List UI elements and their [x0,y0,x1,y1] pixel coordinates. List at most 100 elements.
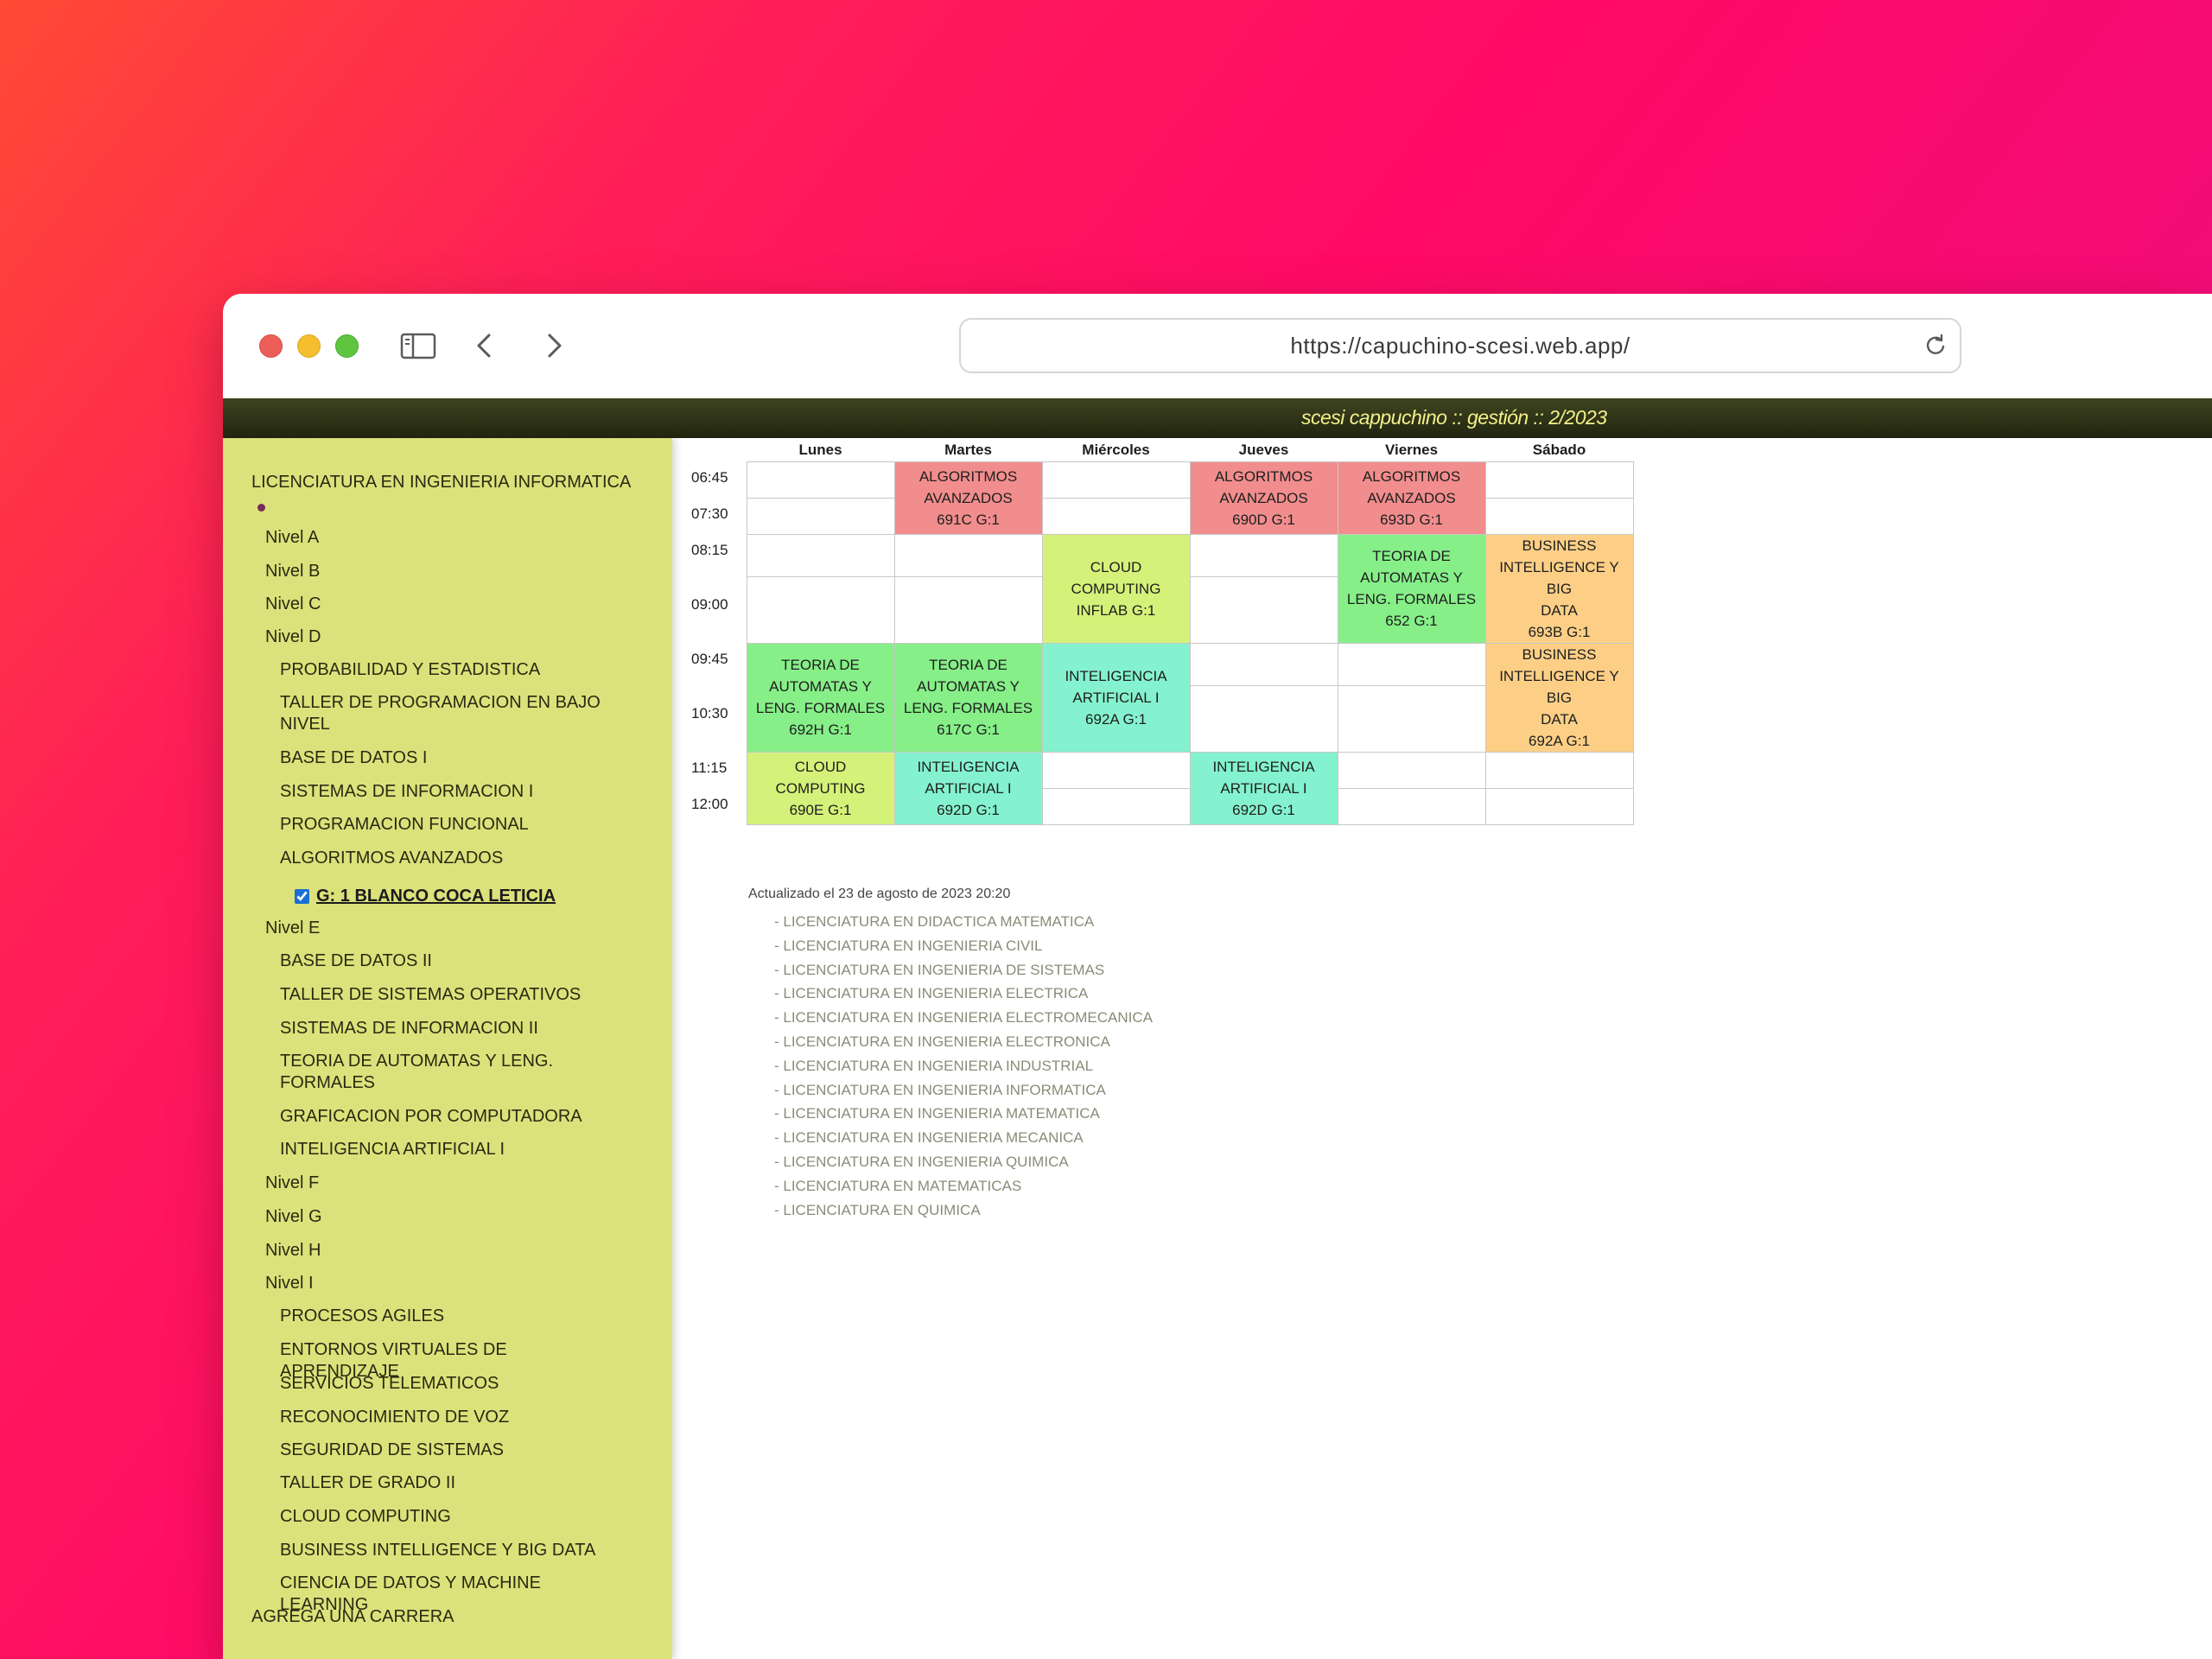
schedule-class-cell[interactable]: ALGORITMOS AVANZADOS 693D G:1 [1337,461,1486,535]
schedule-cell-empty [1041,787,1191,825]
subject-item[interactable]: BASE DE DATOS I [280,747,626,769]
subject-item[interactable]: PROCESOS AGILES [280,1306,626,1327]
career-link[interactable]: - LICENCIATURA EN INGENIERIA MATEMATICA [774,1102,1153,1126]
browser-window: https://capuchino-scesi.web.app/ scesi c… [223,294,2212,1659]
class-line: INTELLIGENCE Y BIG [1499,558,1619,597]
subject-item[interactable]: ALGORITMOS AVANZADOS [280,848,626,869]
subject-item[interactable]: PROBABILIDAD Y ESTADISTICA [280,659,626,681]
address-bar[interactable]: https://capuchino-scesi.web.app/ [959,318,1961,373]
subject-item[interactable]: SISTEMAS DE INFORMACION I [280,781,626,803]
subject-item[interactable]: TALLER DE PROGRAMACION EN BAJO NIVEL [280,692,626,735]
sidebar-level-a[interactable]: Nivel A [265,527,319,549]
schedule-class-cell[interactable]: BUSINESS INTELLIGENCE Y BIG DATA 693B G:1 [1484,533,1634,644]
forward-arrow-icon[interactable] [534,328,572,363]
schedule-class-cell[interactable]: CLOUD COMPUTING INFLAB G:1 [1041,533,1191,644]
day-header: Lunes [747,439,894,461]
schedule-class-cell[interactable]: ALGORITMOS AVANZADOS 690D G:1 [1189,461,1338,535]
sidebar-level-h[interactable]: Nivel H [265,1240,321,1262]
time-column-header [683,439,747,461]
subject-item[interactable]: INTELIGENCIA ARTIFICIAL I [280,1139,626,1160]
class-line: INFLAB G:1 [1076,601,1156,619]
schedule-cell-empty [746,497,895,535]
url-text: https://capuchino-scesi.web.app/ [1290,333,1630,359]
subject-item[interactable]: BUSINESS INTELLIGENCE Y BIG DATA [280,1540,626,1561]
class-line: TEORIA DE [929,657,1007,673]
sidebar-level-d[interactable]: Nivel D [265,626,321,648]
class-line: INTELIGENCIA [1065,667,1167,684]
career-link[interactable]: - LICENCIATURA EN INGENIERIA MECANICA [774,1126,1153,1150]
career-link[interactable]: - LICENCIATURA EN INGENIERIA INFORMATICA [774,1078,1153,1103]
sidebar-level-b[interactable]: Nivel B [265,561,320,582]
career-link[interactable]: - LICENCIATURA EN INGENIERIA ELECTRONICA [774,1030,1153,1054]
minimize-window-button[interactable] [297,334,321,358]
career-title[interactable]: LICENCIATURA EN INGENIERIA INFORMATICA [251,472,631,493]
subject-item[interactable]: SEGURIDAD DE SISTEMAS [280,1440,626,1461]
class-line: 617C G:1 [937,721,1000,738]
sidebar-level-f[interactable]: Nivel F [265,1173,319,1194]
schedule-cell-empty [1337,751,1486,789]
sidebar-level-c[interactable]: Nivel C [265,594,321,615]
schedule-class-cell[interactable]: TEORIA DE AUTOMATAS Y LENG. FORMALES 652 G:… [1337,533,1486,644]
maximize-window-button[interactable] [335,334,359,358]
sidebar-level-g[interactable]: Nivel G [265,1206,322,1228]
close-window-button[interactable] [259,334,283,358]
reload-icon[interactable] [1923,334,1948,358]
schedule-class-cell[interactable]: TEORIA DE AUTOMATAS Y LENG. FORMALES 617C G… [893,642,1043,753]
day-header: Martes [894,439,1042,461]
schedule-class-cell[interactable]: INTELIGENCIA ARTIFICIAL I 692A G:1 [1041,642,1191,753]
group-checkbox[interactable] [295,889,309,905]
sidebar-level-e[interactable]: Nivel E [265,918,320,939]
subject-item[interactable]: PROGRAMACION FUNCIONAL [280,814,626,836]
class-line: 692H G:1 [789,721,852,738]
class-line: 692D G:1 [937,801,1000,818]
career-link[interactable]: - LICENCIATURA EN INGENIERIA INDUSTRIAL [774,1054,1153,1078]
subject-item[interactable]: RECONOCIMIENTO DE VOZ [280,1407,626,1428]
career-link[interactable]: - LICENCIATURA EN INGENIERIA CIVIL [774,934,1153,958]
career-link[interactable]: - LICENCIATURA EN QUIMICA [774,1198,1153,1223]
add-career-link[interactable]: AGREGA UNA CARRERA [251,1606,454,1628]
subject-item[interactable]: TALLER DE SISTEMAS OPERATIVOS [280,984,626,1006]
back-arrow-icon[interactable] [467,328,505,363]
time-label: 11:15 [691,760,728,776]
class-line: ARTIFICIAL I [1220,779,1307,797]
schedule-class-cell[interactable]: INTELIGENCIA ARTIFICIAL I 692D G:1 [893,751,1043,825]
career-link[interactable]: - LICENCIATURA EN MATEMATICAS [774,1174,1153,1198]
subject-item[interactable]: SERVICIOS TELEMATICOS [280,1373,626,1395]
subject-item[interactable]: BASE DE DATOS II [280,950,626,972]
schedule-cell-empty [893,575,1043,644]
career-link[interactable]: - LICENCIATURA EN INGENIERIA DE SISTEMAS [774,958,1153,982]
schedule-cell-empty [1484,787,1634,825]
schedule-cell-empty [1189,642,1338,686]
schedule-cell-empty [746,461,895,499]
subject-item[interactable]: TEORIA DE AUTOMATAS Y LENG. FORMALES [280,1051,565,1094]
career-link[interactable]: - LICENCIATURA EN DIDACTICA MATEMATICA [774,910,1153,934]
career-link[interactable]: - LICENCIATURA EN INGENIERIA ELECTROMECA… [774,1006,1153,1030]
sidebar-level-i[interactable]: Nivel I [265,1273,314,1294]
subject-item[interactable]: CLOUD COMPUTING [280,1506,626,1528]
schedule-class-cell[interactable]: INTELIGENCIA ARTIFICIAL I 692D G:1 [1189,751,1338,825]
group-label[interactable]: G: 1 BLANCO COCA LETICIA [316,887,556,906]
career-link[interactable]: - LICENCIATURA EN INGENIERIA QUIMICA [774,1150,1153,1174]
subject-item[interactable]: SISTEMAS DE INFORMACION II [280,1018,626,1039]
class-line: ARTIFICIAL I [1072,689,1160,706]
class-line: BUSINESS [1522,645,1597,663]
schedule-cell-empty [1041,497,1191,535]
schedule-class-cell[interactable]: BUSINESS INTELLIGENCE Y BIG DATA 692A G:1 [1484,642,1634,753]
class-line: 693B G:1 [1528,623,1591,640]
class-line: INTELIGENCIA [1212,758,1315,775]
sidebar-toggle-icon[interactable] [399,328,437,363]
class-line: AUTOMATAS Y [769,678,872,695]
schedule-cell-empty [1337,787,1486,825]
subject-item[interactable]: TALLER DE GRADO II [280,1472,626,1494]
class-line: AVANZADOS [1367,489,1456,506]
schedule-class-cell[interactable]: CLOUD COMPUTING 690E G:1 [746,751,895,825]
group-selection[interactable]: G: 1 BLANCO COCA LETICIA [295,887,556,906]
career-link[interactable]: - LICENCIATURA EN INGENIERIA ELECTRICA [774,982,1153,1006]
schedule-class-cell[interactable]: TEORIA DE AUTOMATAS Y LENG. FORMALES 692H G… [746,642,895,753]
subject-item[interactable]: GRAFICACION POR COMPUTADORA [280,1106,626,1128]
class-line: 692A G:1 [1085,710,1147,728]
class-line: DATA [1541,710,1578,728]
schedule-class-cell[interactable]: ALGORITMOS AVANZADOS 691C G:1 [893,461,1043,535]
class-line: BUSINESS [1522,537,1597,554]
schedule-cell-empty [1337,684,1486,753]
